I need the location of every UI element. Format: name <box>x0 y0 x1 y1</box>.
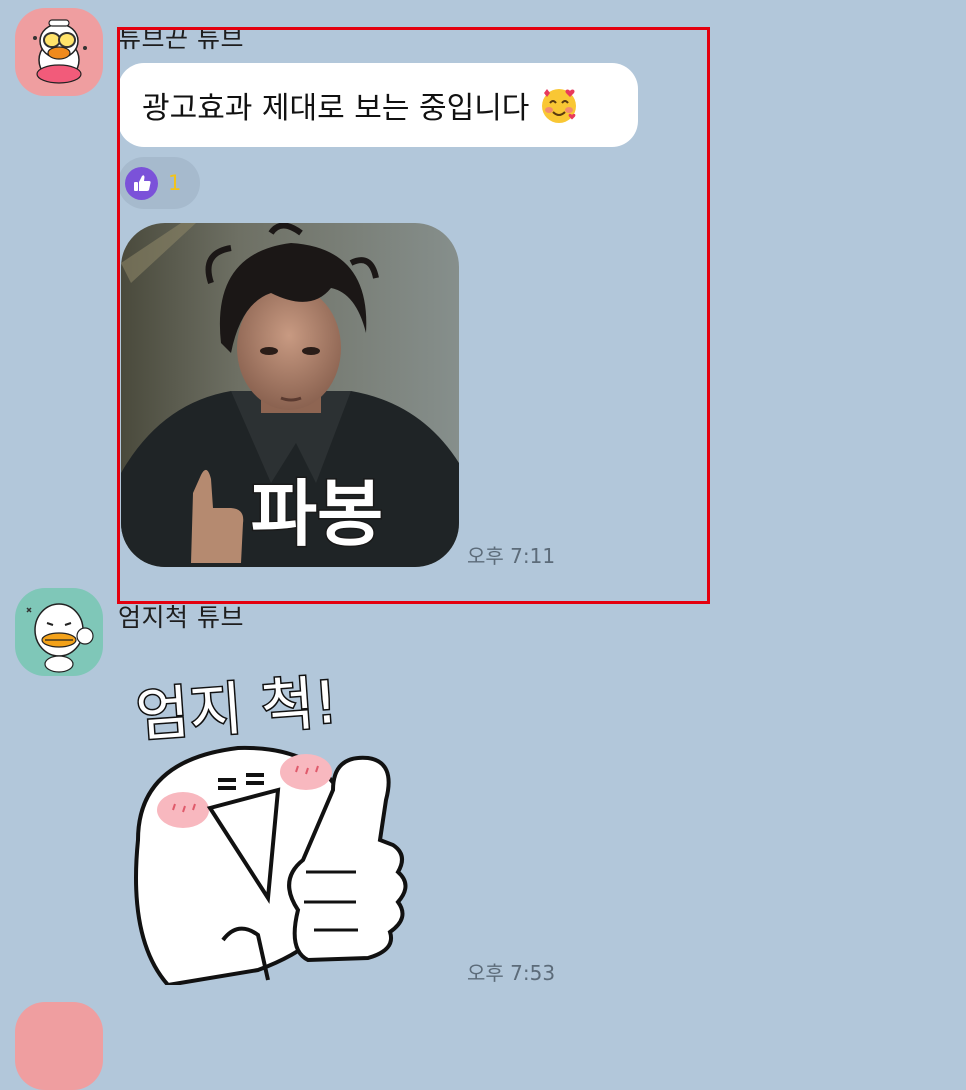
sender-name: 엄지척 튜브 <box>118 603 244 632</box>
avatar-next[interactable] <box>15 1002 103 1090</box>
sticker-text: 엄지 척! <box>134 668 340 750</box>
avatar-tube-duck-pink[interactable] <box>15 8 103 96</box>
sticker-thumbs-up[interactable]: 엄지 척! <box>128 640 418 988</box>
message-timestamp: 오후 7:53 <box>467 961 556 985</box>
highlight-box <box>117 27 710 604</box>
avatar-tube-duck-mint[interactable] <box>15 588 103 676</box>
